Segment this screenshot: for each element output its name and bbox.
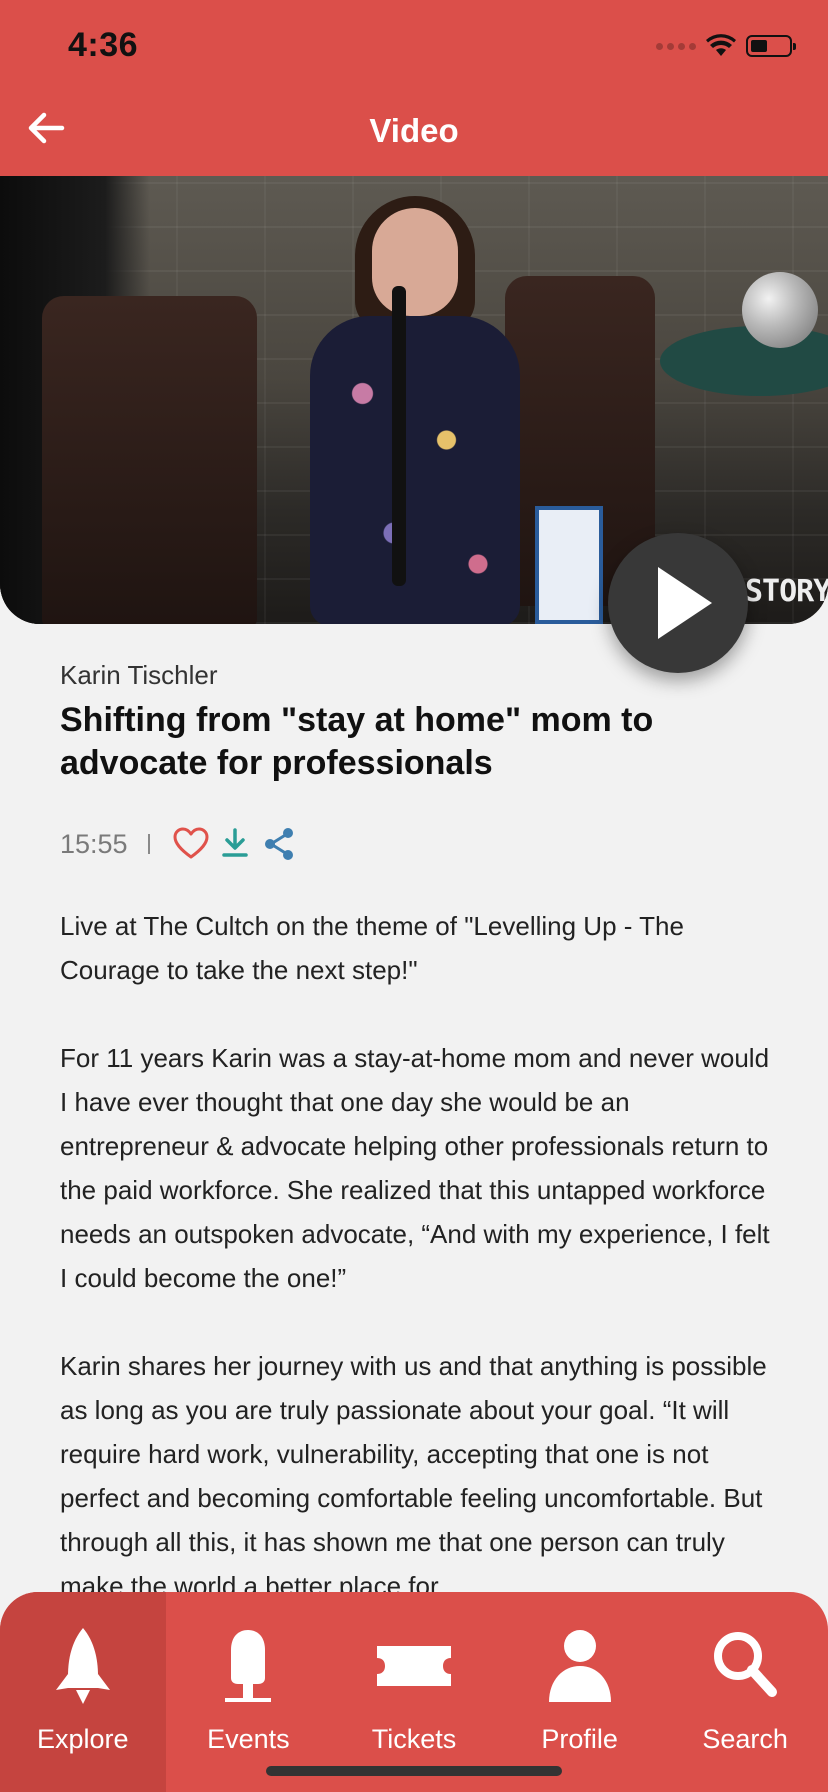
status-time: 4:36 (68, 26, 139, 64)
microphone-icon (225, 1630, 272, 1702)
description-paragraph: Karin shares her journey with us and tha… (60, 1351, 767, 1601)
play-button[interactable] (608, 533, 748, 673)
tab-explore[interactable]: Explore (0, 1592, 166, 1792)
talk-title: Shifting from "stay at home" mom to advo… (60, 701, 654, 782)
duration-label: 15:55 (60, 828, 128, 859)
share-icon[interactable] (260, 825, 298, 863)
tab-label: Profile (541, 1724, 618, 1754)
talk-info: Karin Tischler Shifting from "stay at ho… (60, 660, 772, 785)
divider (147, 834, 150, 854)
battery-icon (746, 35, 796, 57)
tab-tickets[interactable]: Tickets (331, 1592, 497, 1792)
chair-image (42, 296, 257, 624)
ticket-icon (376, 1646, 451, 1686)
talk-meta-row: 15:55 (60, 822, 304, 866)
status-icons (656, 34, 796, 58)
tab-label: Explore (37, 1724, 129, 1754)
cellular-signal-icon (656, 42, 696, 50)
tab-label: Events (207, 1724, 290, 1754)
description-paragraph: For 11 years Karin was a stay-at-home mo… (60, 1043, 770, 1293)
rocket-icon (55, 1628, 110, 1704)
tab-search[interactable]: Search (662, 1592, 828, 1792)
video-watermark: STORY (745, 574, 828, 609)
bottom-tab-bar: Explore Events Tickets Profile Search (0, 1592, 828, 1792)
search-icon (714, 1632, 778, 1697)
tab-events[interactable]: Events (166, 1592, 332, 1792)
home-indicator (266, 1766, 562, 1776)
tab-label: Search (702, 1724, 788, 1754)
disco-ball-image (742, 272, 818, 348)
play-icon (658, 567, 712, 639)
talk-description: Live at The Cultch on the theme of "Leve… (60, 904, 772, 1652)
description-paragraph: Live at The Cultch on the theme of "Leve… (60, 911, 684, 985)
app-header: 4:36 Video (0, 0, 828, 176)
tab-label: Tickets (371, 1724, 457, 1754)
microphone-stand-image (392, 286, 406, 586)
tab-profile[interactable]: Profile (497, 1592, 663, 1792)
person-icon (548, 1630, 611, 1702)
page-title: Video (369, 112, 459, 149)
heart-icon[interactable] (172, 825, 210, 863)
download-icon[interactable] (216, 825, 254, 863)
wifi-icon (706, 34, 736, 56)
speaker-name: Karin Tischler (60, 660, 218, 690)
stage-sign-image (535, 506, 603, 624)
speaker-image (300, 196, 530, 624)
